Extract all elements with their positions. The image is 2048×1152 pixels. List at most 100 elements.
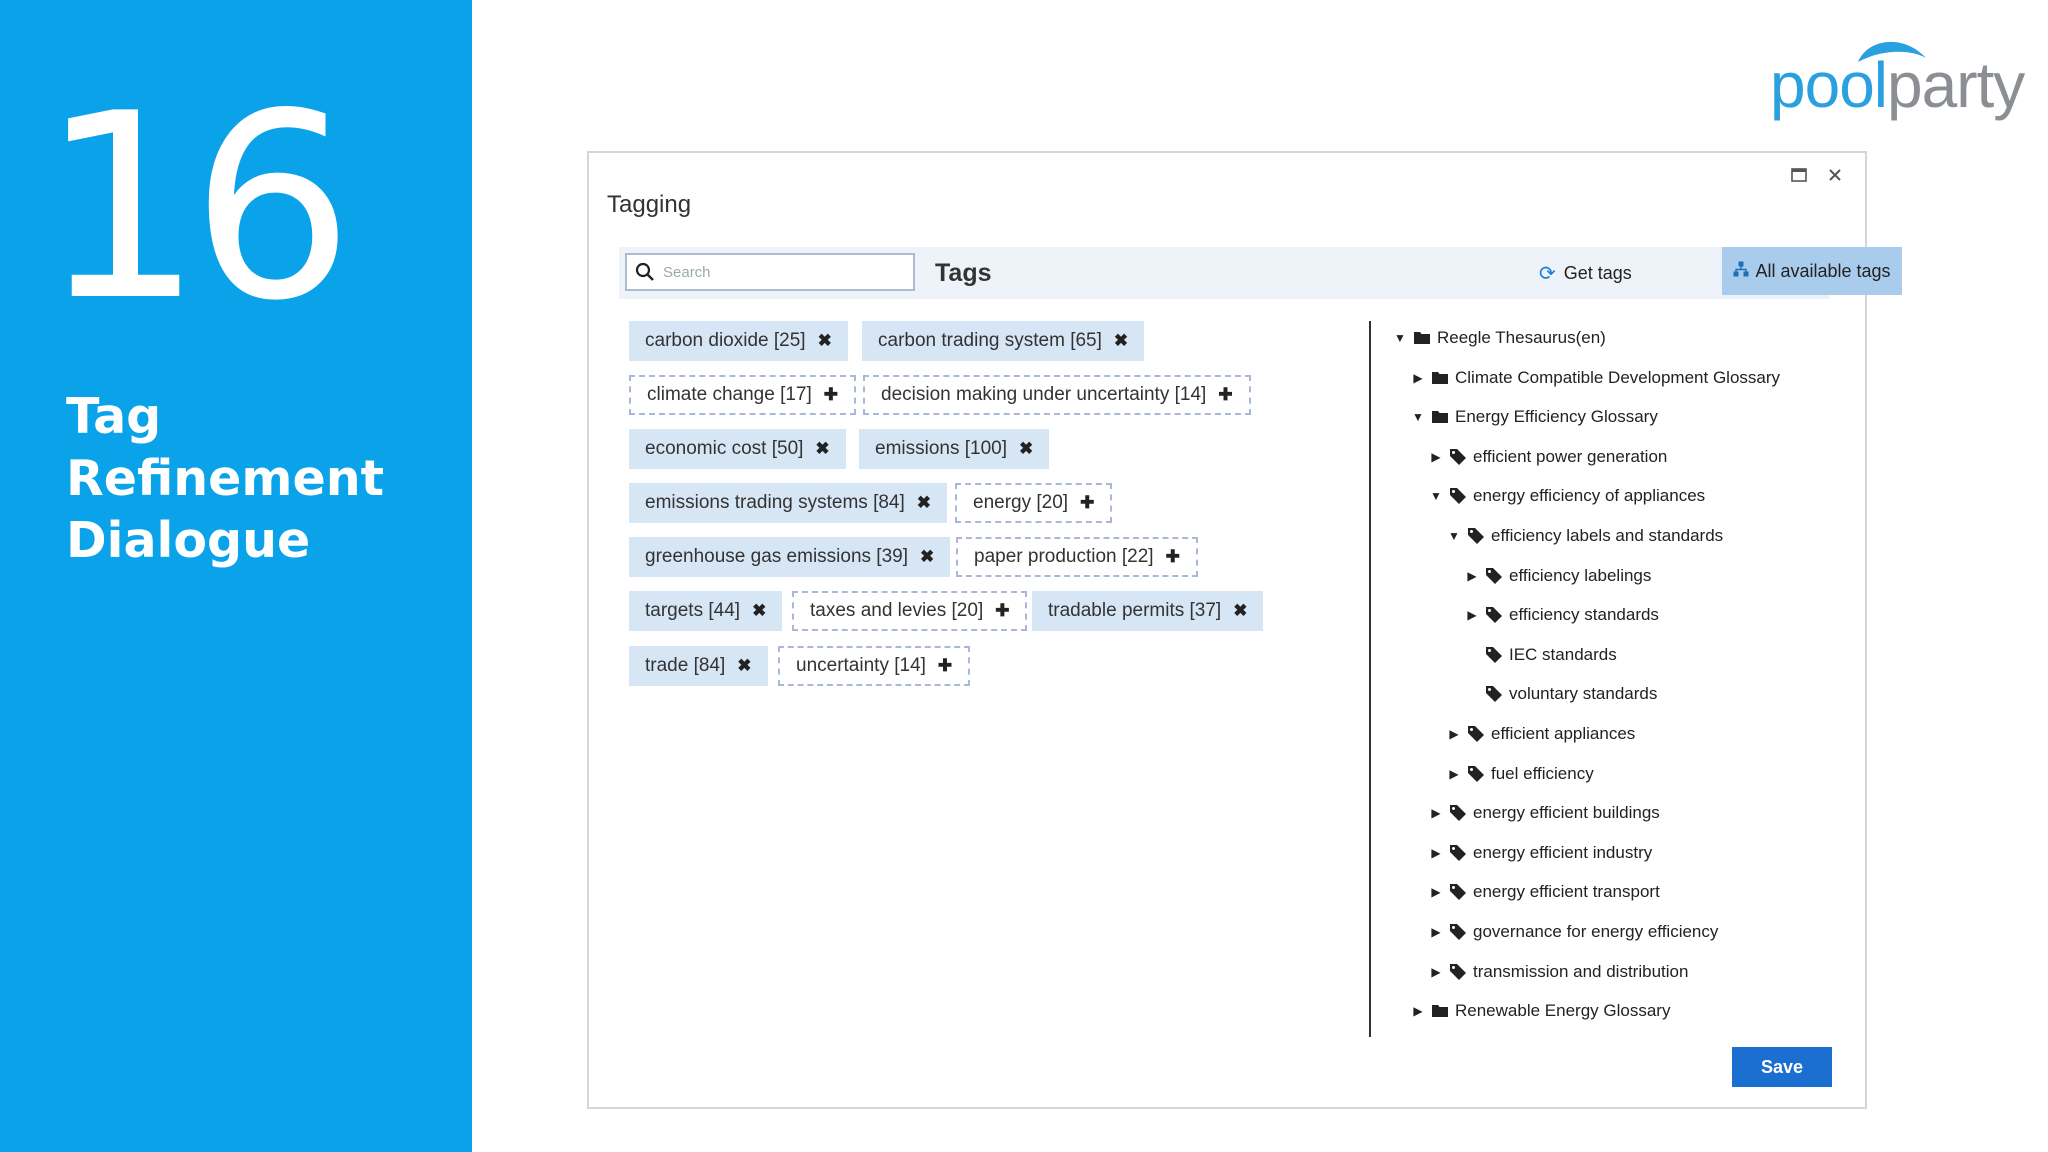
tree-node[interactable]: ▶ energy efficient buildings [1427,798,1660,828]
caret-right-icon[interactable]: ▶ [1409,1004,1427,1018]
caret-right-icon[interactable]: ▶ [1409,371,1427,385]
tree-node[interactable]: ▶ energy efficient transport [1427,877,1659,907]
add-icon[interactable]: ✚ [1166,547,1180,567]
tree-node-label: efficiency labelings [1509,565,1652,585]
slide-title-line1: Tag Refinement [66,388,384,507]
tag-icon [1449,844,1467,862]
remove-icon[interactable]: ✖ [752,601,766,621]
tree-node[interactable]: ▼ Reegle Thesaurus(en) [1391,323,1606,353]
remove-icon[interactable]: ✖ [818,331,832,351]
add-icon[interactable]: ✚ [1218,385,1232,405]
tags-toolbar: Tags ⟳ Get tags All available tags [619,247,1902,299]
tag-label: carbon trading system [65] [878,330,1102,351]
panel-divider [1369,321,1371,1037]
tag-chip: climate change [17] ✚ [629,375,857,415]
tree-node[interactable]: ▶ governance for energy efficiency [1427,917,1718,947]
tree-node[interactable]: ▶IEC standards [1463,640,1617,670]
tag-chip: decision making under uncertainty [14] ✚ [863,375,1251,415]
tree-node[interactable]: ▶ Renewable Energy Glossary [1409,996,1670,1026]
get-tags-button[interactable]: ⟳ Get tags [1539,247,1632,299]
tree-node[interactable]: ▼ Energy Efficiency Glossary [1409,402,1658,432]
caret-right-icon[interactable]: ▶ [1427,846,1445,860]
tree-node-label: energy efficiency of appliances [1473,486,1706,506]
tag-label: economic cost [50] [645,438,804,459]
slide-number: 16 [40,59,354,357]
caret-down-icon[interactable]: ▼ [1427,489,1445,503]
tree-node-label: energy efficient industry [1473,842,1653,862]
tree-node[interactable]: ▶ efficiency labelings [1463,561,1651,591]
caret-down-icon[interactable]: ▼ [1409,410,1427,424]
tree-node[interactable]: ▶ transmission and distribution [1427,957,1688,987]
tree-node[interactable]: ▶ efficiency standards [1463,600,1659,630]
remove-icon[interactable]: ✖ [920,547,934,567]
poolparty-logo: poolparty [1770,28,2030,121]
all-available-tags-button[interactable]: All available tags [1722,247,1902,295]
remove-icon[interactable]: ✖ [737,656,751,676]
tree-node[interactable]: ▶ efficient appliances [1445,719,1635,749]
tree-node[interactable]: ▼ efficiency labels and standards [1445,521,1723,551]
remove-icon[interactable]: ✖ [917,493,931,513]
folder-icon [1431,369,1449,387]
refresh-icon: ⟳ [1539,262,1556,285]
tree-node[interactable]: ▶ fuel efficiency [1445,759,1593,789]
tree-node-label: efficient appliances [1491,724,1636,743]
tag-chip: energy [20] ✚ [955,483,1113,523]
remove-icon[interactable]: ✖ [815,439,829,459]
tree-node[interactable]: ▶ Climate Compatible Development Glossary [1409,363,1780,393]
tag-chip: tradable permits [37] ✖ [1032,591,1264,631]
caret-right-icon[interactable]: ▶ [1463,569,1481,583]
tree-node-label: efficient power generation [1473,446,1668,466]
tag-label: climate change [17] [647,384,812,405]
slide: 16 Tag Refinement Dialogue poolparty Tag… [0,0,2048,1152]
tag-label: uncertainty [14] [796,655,926,676]
tag-icon [1467,765,1485,783]
caret-right-icon[interactable]: ▶ [1427,965,1445,979]
add-icon[interactable]: ✚ [1080,493,1094,513]
tag-label: decision making under uncertainty [14] [881,384,1207,405]
tag-icon [1449,487,1467,505]
tag-icon [1467,725,1485,743]
tag-icon [1449,448,1467,466]
caret-right-icon[interactable]: ▶ [1427,925,1445,939]
tree-node[interactable]: ▶voluntary standards [1463,679,1657,709]
close-icon[interactable] [1821,161,1849,189]
tag-label: carbon dioxide [25] [645,330,806,351]
tag-chip: trade [84] ✖ [629,646,768,686]
tagging-dialog: Tagging Tags ⟳ Get tags All available ta… [587,151,1902,1109]
add-icon[interactable]: ✚ [938,656,952,676]
maximize-icon[interactable] [1785,161,1813,189]
tree-node-label: energy efficient buildings [1473,803,1660,823]
get-tags-label: Get tags [1563,262,1632,283]
remove-icon[interactable]: ✖ [1114,331,1128,351]
caret-down-icon[interactable]: ▼ [1445,529,1463,543]
remove-icon[interactable]: ✖ [1233,601,1247,621]
tree-node[interactable]: ▶ efficient power generation [1427,442,1667,472]
tag-icon [1467,527,1485,545]
search-input[interactable] [663,263,893,281]
tree-node-label: IEC standards [1509,644,1617,664]
caret-right-icon[interactable]: ▶ [1445,767,1463,781]
tree-node[interactable]: ▶ energy efficient industry [1427,838,1652,868]
add-icon[interactable]: ✚ [995,601,1009,621]
add-icon[interactable]: ✚ [824,385,838,405]
tag-chip: emissions trading systems [84] ✖ [629,483,948,523]
tree-node-label: efficiency labels and standards [1491,526,1724,545]
tree-node-label: Reegle Thesaurus(en) [1437,328,1606,347]
dialog-title: Tagging [607,191,692,218]
folder-icon [1413,329,1431,347]
caret-right-icon[interactable]: ▶ [1463,608,1481,622]
tree-node[interactable]: ▼ energy efficiency of appliances [1427,481,1705,511]
save-button[interactable]: Save [1732,1047,1832,1087]
tag-label: taxes and levies [20] [810,600,984,621]
logo-pool: pool [1770,49,1888,121]
remove-icon[interactable]: ✖ [1019,439,1033,459]
search-box[interactable] [625,253,915,291]
tree-node-label: governance for energy efficiency [1473,922,1719,941]
tag-icon [1485,685,1503,703]
slide-title-line2: Dialogue [66,512,311,569]
caret-right-icon[interactable]: ▶ [1427,450,1445,464]
caret-down-icon[interactable]: ▼ [1391,331,1409,345]
caret-right-icon[interactable]: ▶ [1427,806,1445,820]
caret-right-icon[interactable]: ▶ [1445,727,1463,741]
caret-right-icon[interactable]: ▶ [1427,885,1445,899]
